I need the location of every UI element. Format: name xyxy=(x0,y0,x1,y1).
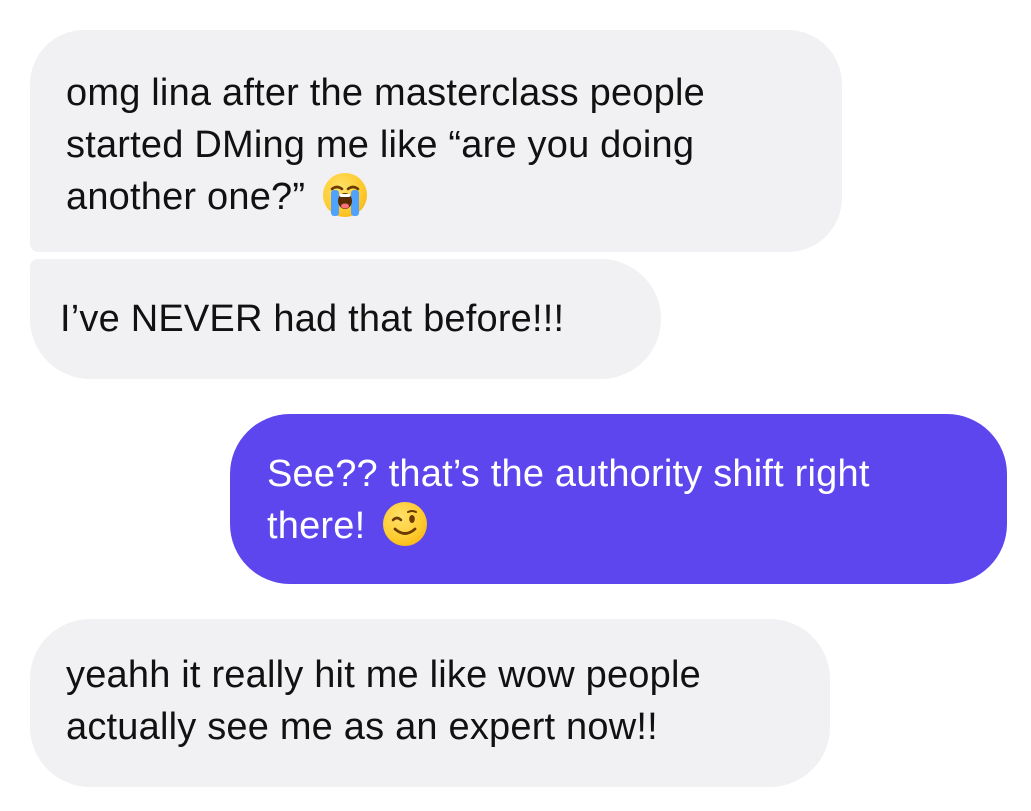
message-text: another one?” xyxy=(66,176,306,218)
loudly-crying-face-icon xyxy=(323,173,368,217)
message-text-line: See?? that’s the authority shift right xyxy=(267,453,870,495)
message-text-line-with-emoji: there! xyxy=(267,500,971,552)
message-text-line: yeahh it really hit me like wow people xyxy=(66,654,701,696)
chat-thread: omg lina after the masterclass people st… xyxy=(0,0,1031,811)
winking-face-icon xyxy=(383,502,428,546)
message-bubble-incoming[interactable]: omg lina after the masterclass people st… xyxy=(30,30,842,252)
message-text-line: actually see me as an expert now!! xyxy=(66,706,658,748)
message-text-line-with-emoji: another one?” xyxy=(66,171,806,223)
message-bubble-incoming[interactable]: yeahh it really hit me like wow people a… xyxy=(30,619,830,787)
message-text-line: started DMing me like “are you doing xyxy=(66,124,695,166)
message-text: there! xyxy=(267,505,366,547)
message-bubble-incoming[interactable]: I’ve NEVER had that before!!! xyxy=(30,259,661,379)
message-bubble-outgoing[interactable]: See?? that’s the authority shift right t… xyxy=(230,414,1007,584)
message-text-line: omg lina after the masterclass people xyxy=(66,72,705,114)
message-text-line: I’ve NEVER had that before!!! xyxy=(60,298,565,340)
